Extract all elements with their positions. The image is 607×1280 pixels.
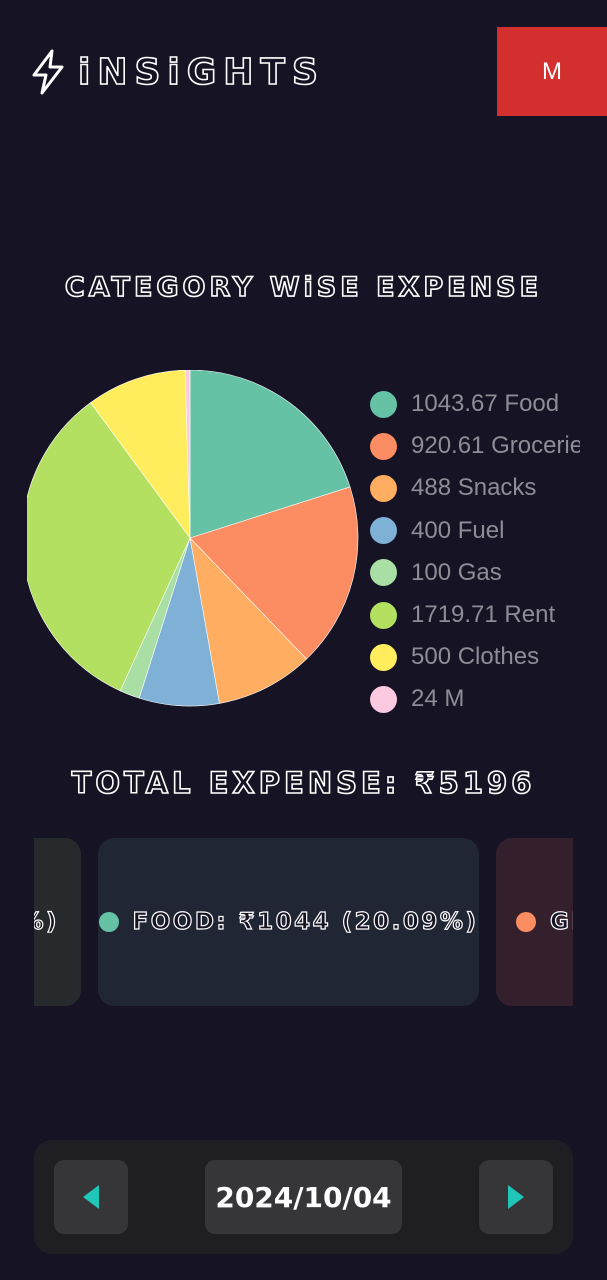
chart-title: CATEGORY WiSE EXPENSE [64, 271, 543, 304]
card-color-dot [516, 912, 536, 932]
legend-item-snacks[interactable]: 488 Snacks [370, 467, 580, 509]
previous-date-button[interactable] [54, 1160, 128, 1234]
category-carousel[interactable]: %) FOOD: ₹1044 (20.09%) GR [34, 838, 573, 1006]
pie-chart [27, 370, 360, 710]
legend-item-food[interactable]: 1043.67 Food [370, 383, 580, 425]
triangle-left-icon [83, 1185, 99, 1209]
legend-item-clothes[interactable]: 500 Clothes [370, 636, 580, 678]
profile-avatar-button[interactable]: M [497, 27, 607, 116]
legend-item-rent[interactable]: 1719.71 Rent [370, 594, 580, 636]
lightning-bolt-icon [32, 49, 64, 95]
chart-legend: 1043.67 Food 920.61 Groceries 488 Snacks 40… [370, 383, 580, 721]
pie-chart-svg [27, 370, 359, 707]
card-previous-text: %) [34, 908, 59, 935]
date-picker-button[interactable]: 2024/10/04 [205, 1160, 402, 1234]
legend-label: 920.61 Groceries [411, 432, 580, 460]
legend-label: 1043.67 Food [411, 390, 560, 418]
date-navigation-bar: 2024/10/04 [34, 1140, 573, 1254]
card-next-text: GR [549, 908, 573, 935]
category-card-next[interactable]: GR [496, 838, 573, 1006]
legend-color-dot [370, 517, 397, 545]
legend-item-groceries[interactable]: 920.61 Groceries [370, 425, 580, 467]
legend-label: 100 Gas [411, 558, 502, 586]
total-expense: TOTAL EXPENSE: ₹5196 [71, 765, 536, 801]
legend-label: 24 M [411, 685, 465, 713]
legend-color-dot [370, 432, 397, 460]
legend-label: 488 Snacks [411, 474, 537, 502]
legend-label: 500 Clothes [411, 643, 540, 671]
legend-item-gas[interactable]: 100 Gas [370, 552, 580, 594]
category-card-food[interactable]: FOOD: ₹1044 (20.09%) [98, 838, 479, 1006]
legend-item-fuel[interactable]: 400 Fuel [370, 510, 580, 552]
category-card-previous[interactable]: %) [34, 838, 81, 1006]
legend-color-dot [370, 601, 397, 629]
legend-color-dot [370, 559, 397, 587]
legend-item-m[interactable]: 24 M [370, 678, 580, 720]
card-main-text: FOOD: ₹1044 (20.09%) [132, 908, 479, 935]
app-header: iNSiGHTS [30, 46, 325, 98]
next-date-button[interactable] [479, 1160, 553, 1234]
legend-color-dot [370, 643, 397, 671]
app-title: iNSiGHTS [77, 51, 325, 94]
legend-color-dot [370, 390, 397, 418]
legend-label: 1719.71 Rent [411, 601, 556, 629]
card-color-dot [98, 912, 119, 932]
legend-color-dot [370, 685, 397, 713]
legend-label: 400 Fuel [411, 516, 505, 544]
legend-color-dot [370, 474, 397, 502]
triangle-right-icon [508, 1185, 524, 1209]
